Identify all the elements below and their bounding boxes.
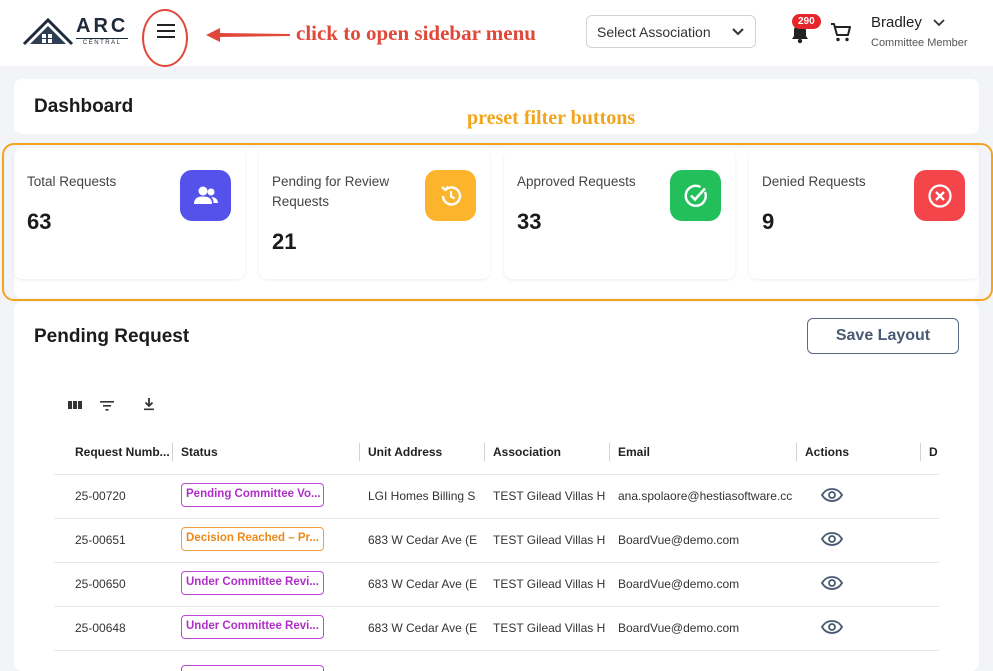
x-circle-icon — [914, 170, 965, 221]
table-row[interactable] — [54, 650, 939, 671]
eye-icon[interactable] — [821, 531, 843, 546]
status-badge: Under Committee Revi... — [181, 614, 324, 639]
stat-value: 33 — [517, 209, 542, 234]
eye-icon[interactable] — [821, 487, 843, 502]
stat-value: 21 — [272, 229, 297, 254]
unit-address: 683 W Cedar Ave (E — [360, 518, 485, 563]
save-layout-button[interactable]: Save Layout — [807, 318, 959, 354]
cart-icon[interactable] — [830, 21, 852, 43]
status-badge: Decision Reached – Pr... — [181, 526, 324, 551]
logo-text: ARC — [76, 15, 129, 37]
user-role: Committee Member — [871, 37, 968, 49]
unit-address: LGI Homes Billing S — [360, 474, 485, 519]
column-header[interactable]: D — [921, 430, 939, 475]
unit-address: 683 W Cedar Ave (E — [360, 562, 485, 607]
association-cell: TEST Gilead Villas H — [485, 606, 610, 651]
request-number: 25-00720 — [54, 474, 173, 519]
arc-central-logo[interactable]: ARC CENTRAL — [22, 15, 129, 46]
notification-badge: 290 — [792, 14, 821, 29]
column-header[interactable]: Status — [173, 430, 360, 475]
association-cell: TEST Gilead Villas H — [485, 562, 610, 607]
stat-value: 63 — [27, 209, 52, 234]
stat-label: Pending for Review Requests — [272, 174, 390, 209]
stat-denied[interactable]: Denied Requests 9 — [749, 150, 979, 279]
request-number: 25-00651 — [54, 518, 173, 563]
section-title: Pending Request — [34, 326, 190, 347]
pending-requests-table: Request Numb... Status Unit Address Asso… — [54, 430, 939, 671]
stat-label: Total Requests — [27, 174, 117, 189]
association-select[interactable]: Select Association — [586, 15, 756, 48]
history-icon — [425, 170, 476, 221]
table-row[interactable]: 25-00720 Pending Committee Vo... LGI Hom… — [54, 474, 939, 519]
table-header-row: Request Numb... Status Unit Address Asso… — [54, 430, 939, 475]
logo-subtext: CENTRAL — [76, 38, 129, 46]
top-bar: ARC CENTRAL click to open sidebar menu S… — [0, 0, 993, 67]
eye-icon[interactable] — [821, 575, 843, 590]
table-row[interactable]: 25-00650 Under Committee Revi... 683 W C… — [54, 562, 939, 607]
association-select-value: Select Association — [597, 24, 711, 40]
pending-request-panel: Pending Request Save Layout Request Numb… — [14, 302, 979, 671]
table-row[interactable]: 25-00651 Decision Reached – Pr... 683 W … — [54, 518, 939, 563]
annotation-arrow-icon — [206, 28, 290, 42]
email-cell: BoardVue@demo.com — [610, 518, 797, 563]
status-badge — [181, 664, 324, 671]
column-header[interactable]: Request Numb... — [54, 430, 173, 475]
sidebar-annotation: click to open sidebar menu — [296, 21, 536, 45]
user-name[interactable]: Bradley — [871, 14, 922, 31]
check-circle-icon — [670, 170, 721, 221]
email-cell: BoardVue@demo.com — [610, 562, 797, 607]
filters-annotation: preset filter buttons — [467, 107, 636, 129]
filter-icon[interactable] — [100, 399, 114, 411]
house-icon — [22, 17, 74, 46]
stat-label: Approved Requests — [517, 174, 636, 189]
page-title: Dashboard — [34, 96, 134, 117]
annotation-circle — [142, 9, 188, 67]
association-cell: TEST Gilead Villas H — [485, 474, 610, 519]
chevron-down-icon — [732, 28, 744, 36]
eye-icon[interactable] — [821, 619, 843, 634]
column-header[interactable]: Association — [485, 430, 610, 475]
download-icon[interactable] — [142, 397, 156, 411]
email-cell: BoardVue@demo.com — [610, 606, 797, 651]
column-header[interactable]: Unit Address — [360, 430, 485, 475]
stat-approved[interactable]: Approved Requests 33 — [504, 150, 735, 279]
unit-address: 683 W Cedar Ave (E — [360, 606, 485, 651]
association-cell: TEST Gilead Villas H — [485, 518, 610, 563]
chevron-down-icon[interactable] — [932, 18, 946, 28]
stat-total-requests[interactable]: Total Requests 63 — [14, 150, 245, 279]
stat-value: 9 — [762, 209, 775, 234]
request-number: 25-00650 — [54, 562, 173, 607]
stat-label: Denied Requests — [762, 174, 866, 189]
request-number: 25-00648 — [54, 606, 173, 651]
users-icon — [180, 170, 231, 221]
column-header[interactable]: Actions — [797, 430, 921, 475]
column-header[interactable]: Email — [610, 430, 797, 475]
email-cell: ana.spolaore@hestiasoftware.cc — [610, 474, 797, 519]
table-row[interactable]: 25-00648 Under Committee Revi... 683 W C… — [54, 606, 939, 651]
status-badge: Under Committee Revi... — [181, 570, 324, 595]
status-badge: Pending Committee Vo... — [181, 482, 324, 507]
columns-icon[interactable] — [68, 399, 82, 411]
stat-pending-review[interactable]: Pending for Review Requests 21 — [259, 150, 490, 279]
